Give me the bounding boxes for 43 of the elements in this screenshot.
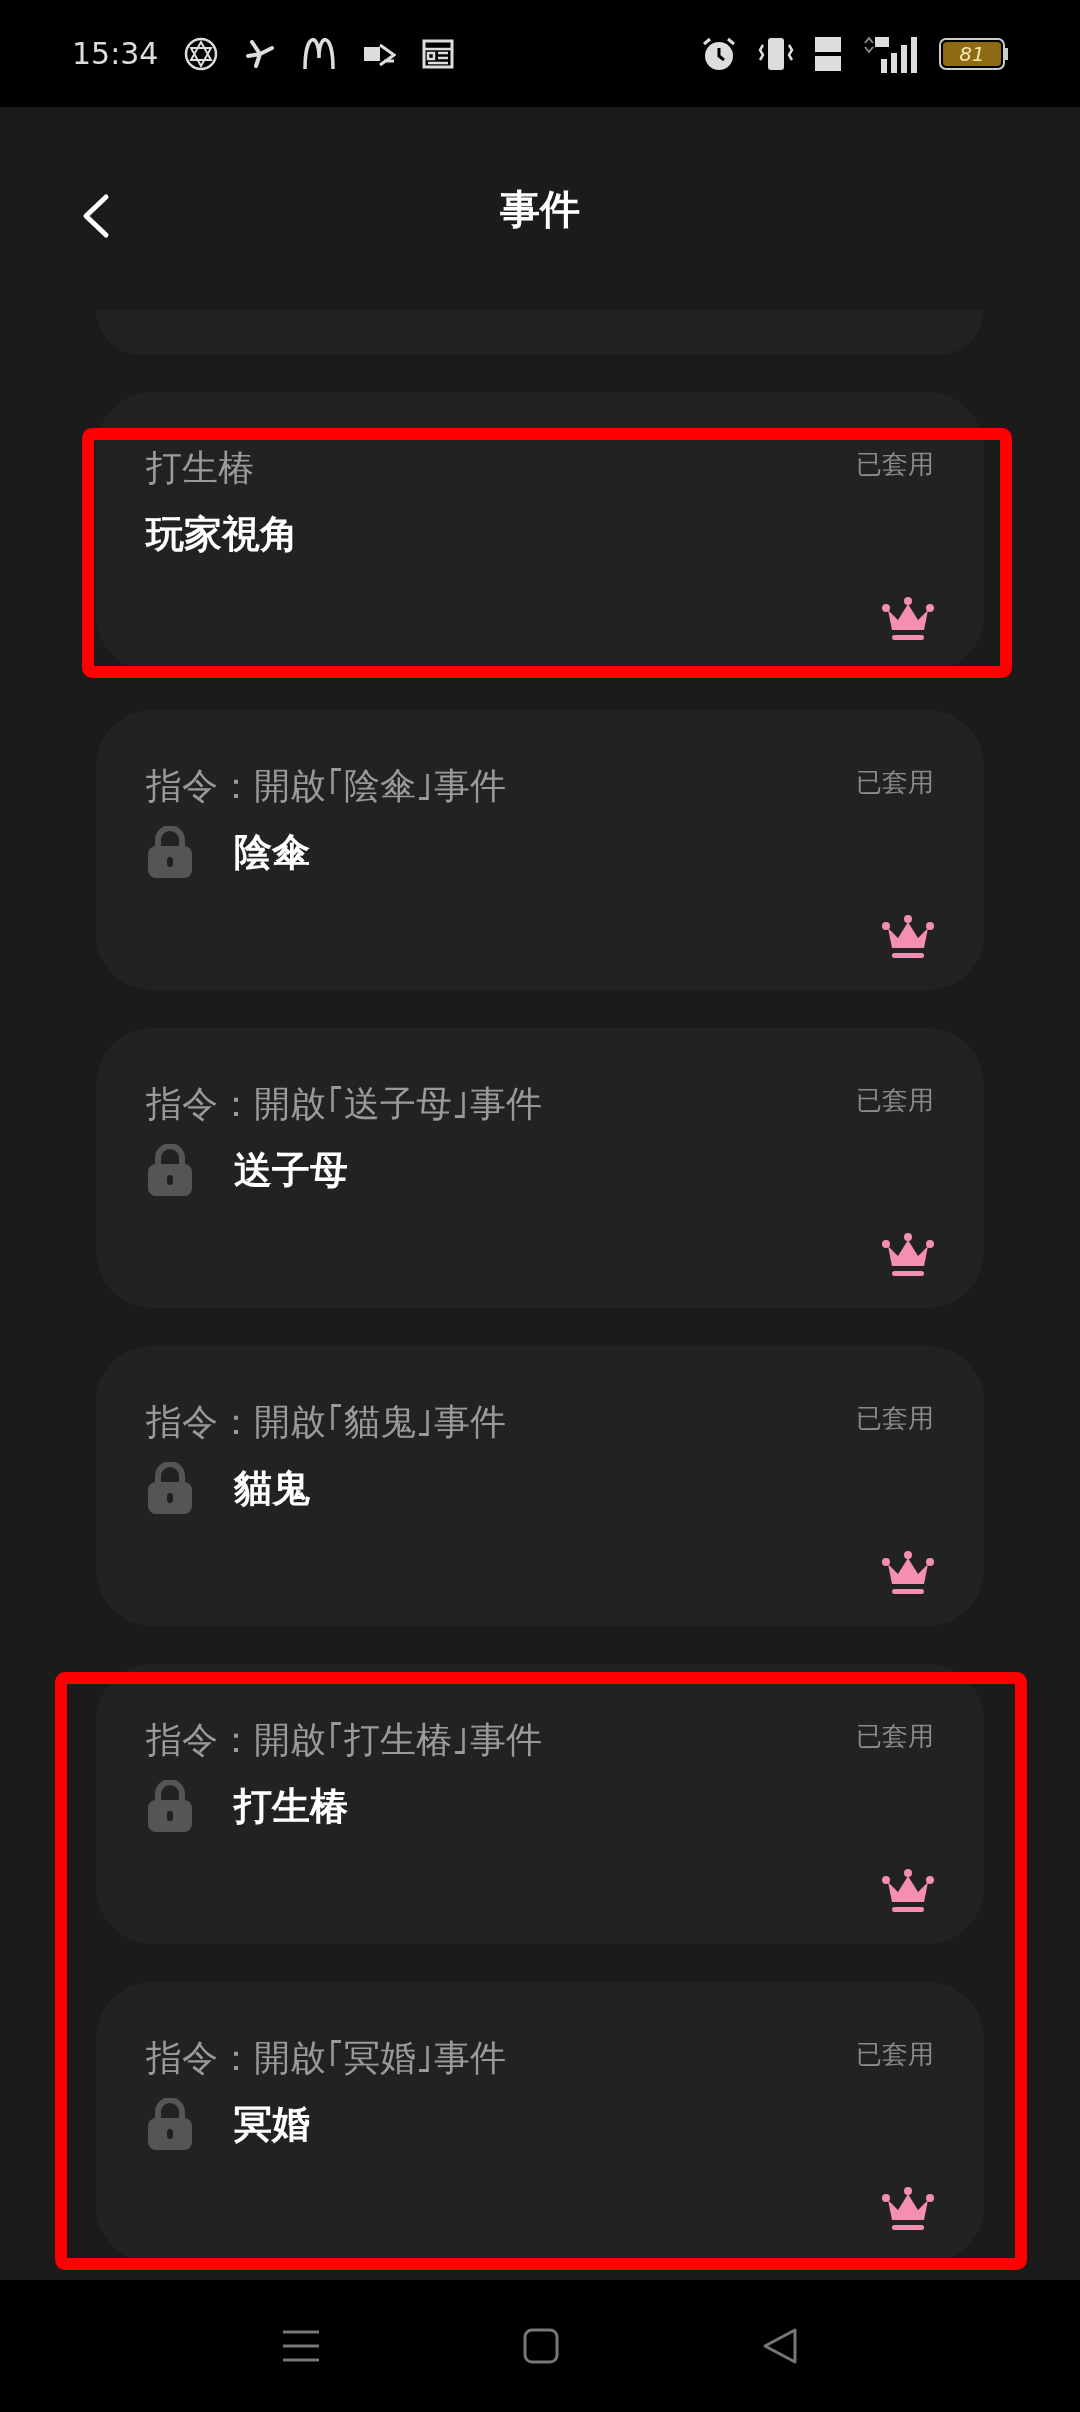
lock-icon [146,1780,194,1832]
lock-icon [146,1144,194,1196]
home-icon[interactable] [522,2327,560,2365]
status-label: 已套用 [856,766,934,799]
event-command: 指令：開啟｢送子母｣事件 [146,1082,542,1126]
event-card[interactable]: 指令：開啟｢陰傘｣事件 已套用 陰傘 [96,710,984,990]
menu-icon[interactable] [280,2328,321,2364]
crown-icon [882,1232,934,1278]
lock-icon [146,826,194,878]
status-label: 已套用 [856,1084,934,1117]
status-label: 已套用 [856,1402,934,1435]
event-command: 指令：開啟｢陰傘｣事件 [146,764,506,808]
status-label: 已套用 [856,1720,934,1753]
event-card[interactable]: 指令：開啟｢打生椿｣事件 已套用 打生椿 [96,1664,984,1944]
crown-icon [882,914,934,960]
alarm-icon [701,35,737,72]
status-label: 已套用 [856,2038,934,2071]
page-title: 事件 [500,184,580,234]
signal-icon [861,34,919,73]
event-command: 指令：開啟｢貓鬼｣事件 [146,1400,506,1444]
calendar-icon [422,38,455,69]
arches-icon [302,37,337,70]
lock-icon [146,2098,194,2150]
event-name: 玩家視角 [146,510,298,558]
event-name: 送子母 [234,1146,348,1194]
battery-level: 81 [959,43,985,64]
crown-icon [882,2186,934,2232]
back-nav-icon[interactable] [761,2326,800,2366]
event-command: 指令：開啟｢冥婚｣事件 [146,2036,506,2080]
status-label: 已套用 [856,448,934,481]
crown-icon [882,1868,934,1914]
event-name: 陰傘 [234,828,310,876]
event-command: 指令：開啟｢打生椿｣事件 [146,1718,542,1762]
lock-icon [146,1462,194,1514]
event-name: 貓鬼 [234,1464,310,1512]
event-card[interactable]: 指令：開啟｢送子母｣事件 已套用 送子母 [96,1028,984,1308]
crown-icon [882,1550,934,1596]
event-name: 冥婚 [234,2100,310,2148]
status-time: 15:34 [72,35,159,73]
event-name: 打生椿 [234,1782,348,1830]
event-card[interactable]: 指令：開啟｢貓鬼｣事件 已套用 貓鬼 [96,1346,984,1626]
event-command: 打生椿 [146,446,254,490]
crown-icon [882,596,934,642]
